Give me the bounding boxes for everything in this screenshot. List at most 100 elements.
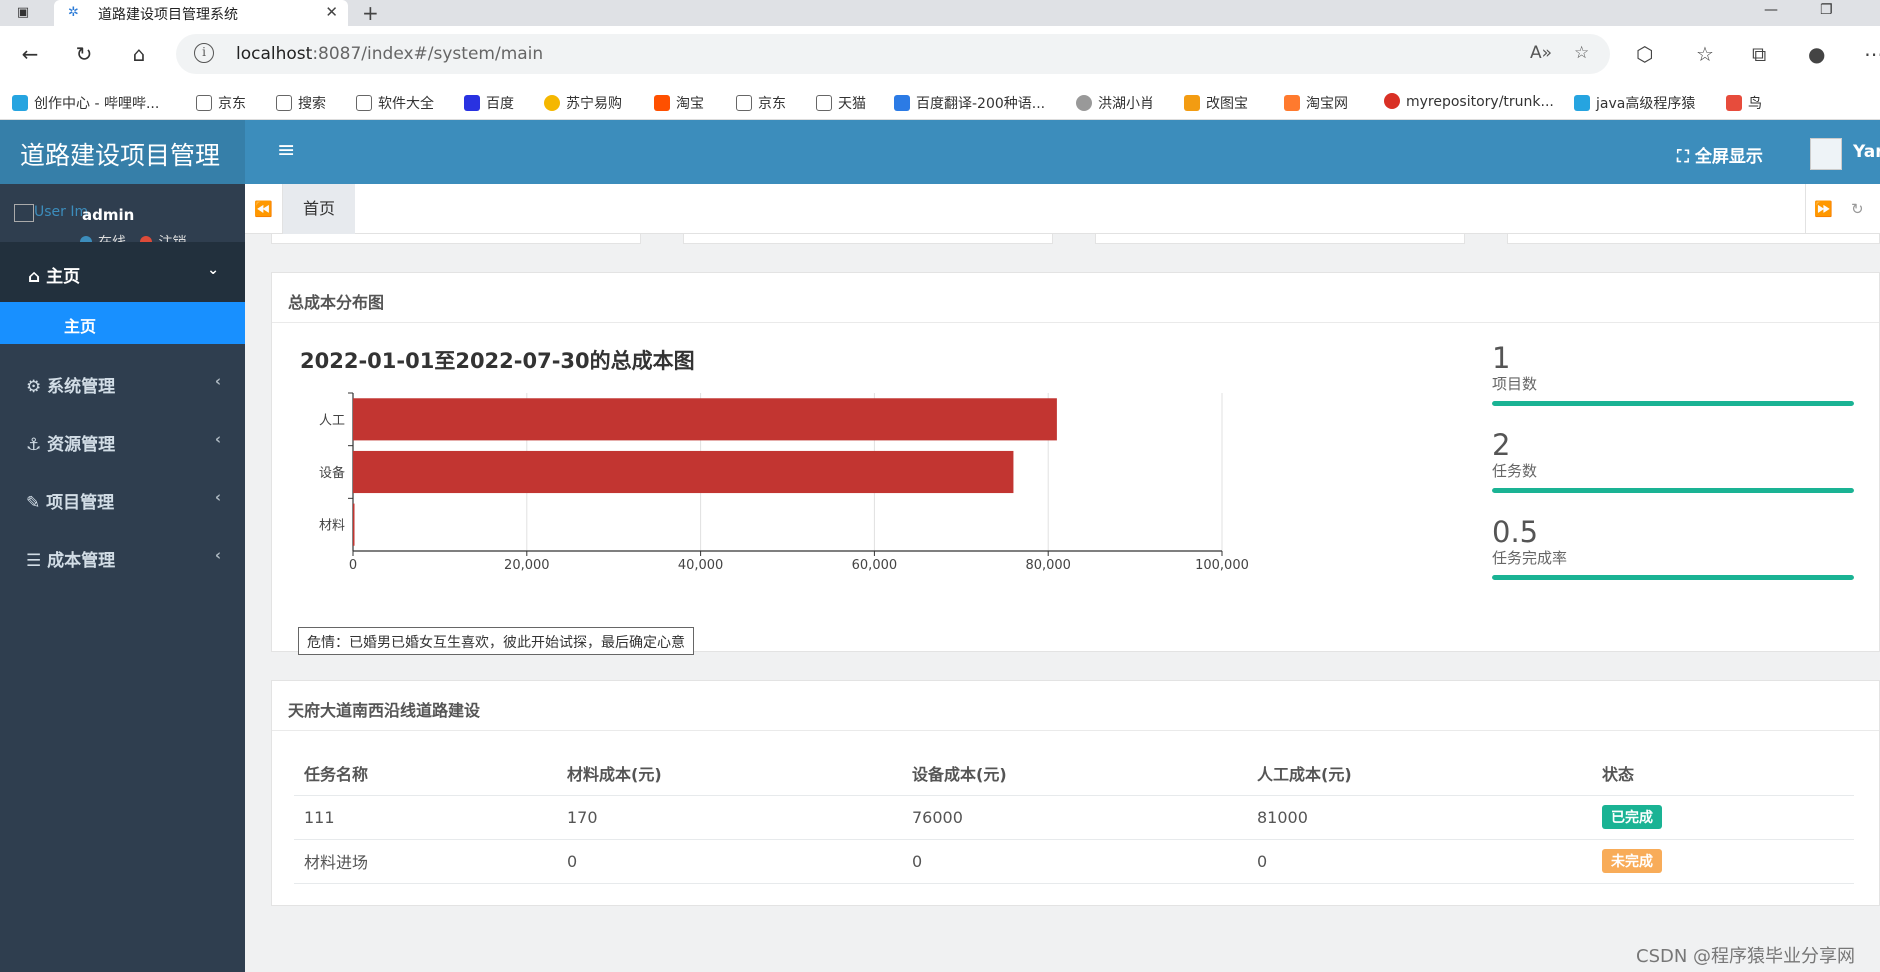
minimize-icon[interactable]: — [1764, 2, 1778, 18]
summary-card [1095, 234, 1465, 244]
sidebar-subitem-home[interactable]: 主页 [0, 302, 245, 344]
refresh-icon[interactable]: ↻ [1851, 200, 1864, 218]
bookmark-item[interactable]: 洪湖小肖 [1076, 93, 1154, 113]
y-tick-label: 人工 [319, 413, 345, 428]
kpi-completion-rate: 0.5 任务完成率 [1492, 515, 1872, 580]
bookmark-item[interactable]: 淘宝 [654, 93, 704, 113]
address-bar[interactable]: i localhost:8087/index#/system/main A» ☆ [176, 34, 1610, 74]
cell-status: 未完成 [1592, 839, 1854, 884]
bookmark-item[interactable]: 鸟 [1726, 93, 1762, 113]
panel-title: 天府大道南西沿线道路建设 [272, 681, 1879, 731]
favorites-icon[interactable]: ☆ [1696, 42, 1714, 66]
cell-equipment-cost: 0 [902, 839, 1247, 884]
collections-icon[interactable]: ⧉ [1752, 42, 1766, 66]
panel-title: 总成本分布图 [272, 273, 1879, 323]
tabs-scroll-right-icon[interactable]: ⏩ [1805, 184, 1841, 234]
kpi-progress-fill [1492, 488, 1854, 493]
bookmark-item[interactable]: java高级程序猿 [1574, 93, 1695, 113]
cell-material-cost: 170 [557, 795, 902, 840]
sidebar-toggle-icon[interactable]: ▣ [14, 4, 32, 22]
status-badge: 已完成 [1602, 805, 1662, 829]
sidebar-item-projects[interactable]: ✎ 项目管理 ‹ [0, 470, 245, 528]
home-icon[interactable]: ⌂ [125, 42, 153, 66]
profile-icon[interactable]: ● [1808, 42, 1825, 66]
back-icon[interactable]: ← [16, 42, 44, 66]
tab-favicon-icon: ✲ [68, 5, 79, 20]
bookmark-item[interactable]: 改图宝 [1184, 93, 1248, 113]
page-tabs: ⏪ 首页 ⏩ ↻ [245, 184, 1880, 234]
tab-close-icon[interactable]: ✕ [325, 3, 338, 21]
summary-card [683, 234, 1053, 244]
column-header: 任务名称 [294, 751, 557, 796]
database-icon: ☰ [26, 551, 48, 571]
browser-tab[interactable]: ✲ 道路建设项目管理系统 ✕ [54, 0, 348, 26]
x-tick-label: 80,000 [1025, 558, 1071, 573]
more-icon[interactable]: ⋯ [1864, 42, 1880, 66]
kpi-label: 项目数 [1492, 375, 1538, 393]
bookmark-item[interactable]: 天猫 [816, 93, 866, 113]
app-logo[interactable]: 道路建设项目管理 [0, 120, 245, 184]
kpi-projects: 1 项目数 [1492, 341, 1872, 406]
bookmark-item[interactable]: 软件大全 [356, 93, 434, 113]
sidebar: User Im admin 在线 注销 ⌂ 主页 ⌄ 主页 ⚙ 系统管理‹ ⚓ … [0, 184, 245, 972]
chevron-left-icon: ‹ [214, 430, 221, 448]
chart-heading: 2022-01-01至2022-07-30的总成本图 [300, 349, 695, 373]
site-info-icon[interactable]: i [194, 43, 214, 63]
url-text: localhost:8087/index#/system/main [236, 44, 544, 64]
page-icon [736, 95, 752, 111]
summary-cards-stub [245, 234, 1880, 250]
bookmark-item[interactable]: 京东 [736, 93, 786, 113]
table-row[interactable]: 材料进场 0 0 0 未完成 [294, 839, 1854, 884]
tabs-scroll-left-icon[interactable]: ⏪ [245, 184, 283, 234]
cost-bar-chart[interactable]: 0 20,000 40,000 60,000 80,000 100,000 人工设备材料 [272, 373, 1472, 613]
x-tick-label: 40,000 [678, 558, 724, 573]
user-status: 在线 注销 [80, 232, 186, 242]
cell-task-name: 材料进场 [294, 839, 557, 884]
extensions-icon[interactable]: ⬡ [1636, 42, 1653, 66]
bookmark-item[interactable]: 百度翻译-200种语... [894, 93, 1045, 113]
y-tick-label: 材料 [319, 519, 345, 534]
cost-panel: 总成本分布图 2022-01-01至2022-07-30的总成本图 0 20,00… [271, 272, 1880, 655]
bookmark-item[interactable]: myrepository/trunk... [1384, 93, 1554, 110]
gear-icon: ⚙ [26, 377, 48, 397]
new-tab-icon[interactable]: + [362, 1, 379, 25]
reload-icon[interactable]: ↻ [70, 42, 98, 66]
sidebar-item-home[interactable]: ⌂ 主页 ⌄ [0, 242, 245, 302]
bookmarks-bar: 创作中心 - 哔哩哔... 京东 搜索 软件大全 百度 苏宁易购 淘宝 京东 天… [0, 86, 1880, 120]
read-aloud-icon[interactable]: A» [1530, 43, 1552, 63]
bookmark-item[interactable]: 创作中心 - 哔哩哔... [12, 93, 159, 113]
tab-home[interactable]: 首页 [283, 184, 355, 234]
menu-toggle-icon[interactable]: ≡ [277, 138, 295, 163]
restore-icon[interactable]: ❐ [1820, 2, 1833, 18]
home-icon: ⌂ [28, 267, 47, 287]
bookmark-item[interactable]: 搜索 [276, 93, 326, 113]
watermark: CSDN @程序猿毕业分享网 [1636, 946, 1856, 967]
avatar[interactable] [1810, 138, 1842, 170]
cell-status: 已完成 [1592, 795, 1854, 840]
summary-card [1507, 234, 1880, 244]
chrome-icon [1384, 93, 1400, 109]
logout-link[interactable]: 注销 [158, 235, 186, 242]
add-favorite-icon[interactable]: ☆ [1574, 43, 1589, 63]
kpi-tasks: 2 任务数 [1492, 428, 1872, 493]
column-header: 设备成本(元) [902, 751, 1247, 796]
user-menu[interactable]: Yar [1853, 142, 1880, 162]
sidebar-item-system[interactable]: ⚙ 系统管理 ‹ [0, 354, 245, 412]
bookmark-item[interactable]: 百度 [464, 93, 514, 113]
sidebar-item-resources[interactable]: ⚓ 资源管理 ‹ [0, 412, 245, 470]
bookmark-item[interactable]: 淘宝网 [1284, 93, 1348, 113]
bookmark-item[interactable]: 京东 [196, 93, 246, 113]
bookmark-item[interactable]: 苏宁易购 [544, 93, 622, 113]
table-row[interactable]: 111 170 76000 81000 已完成 [294, 795, 1854, 840]
fullscreen-button[interactable]: ⛶ 全屏显示 [1677, 142, 1763, 167]
x-tick-label: 20,000 [504, 558, 550, 573]
chart-tooltip: 危情：已婚男已婚女互生喜欢，彼此开始试探，最后确定心意 [298, 627, 694, 655]
kpi-progress-fill [1492, 575, 1854, 580]
cell-material-cost: 0 [557, 839, 902, 884]
kpi-progress-fill [1492, 401, 1854, 406]
page-icon [356, 95, 372, 111]
chevron-down-icon: ⌄ [207, 262, 219, 278]
cell-task-name: 111 [294, 795, 557, 840]
bar [353, 503, 355, 546]
sidebar-item-cost[interactable]: ☰ 成本管理 ‹ [0, 528, 245, 586]
